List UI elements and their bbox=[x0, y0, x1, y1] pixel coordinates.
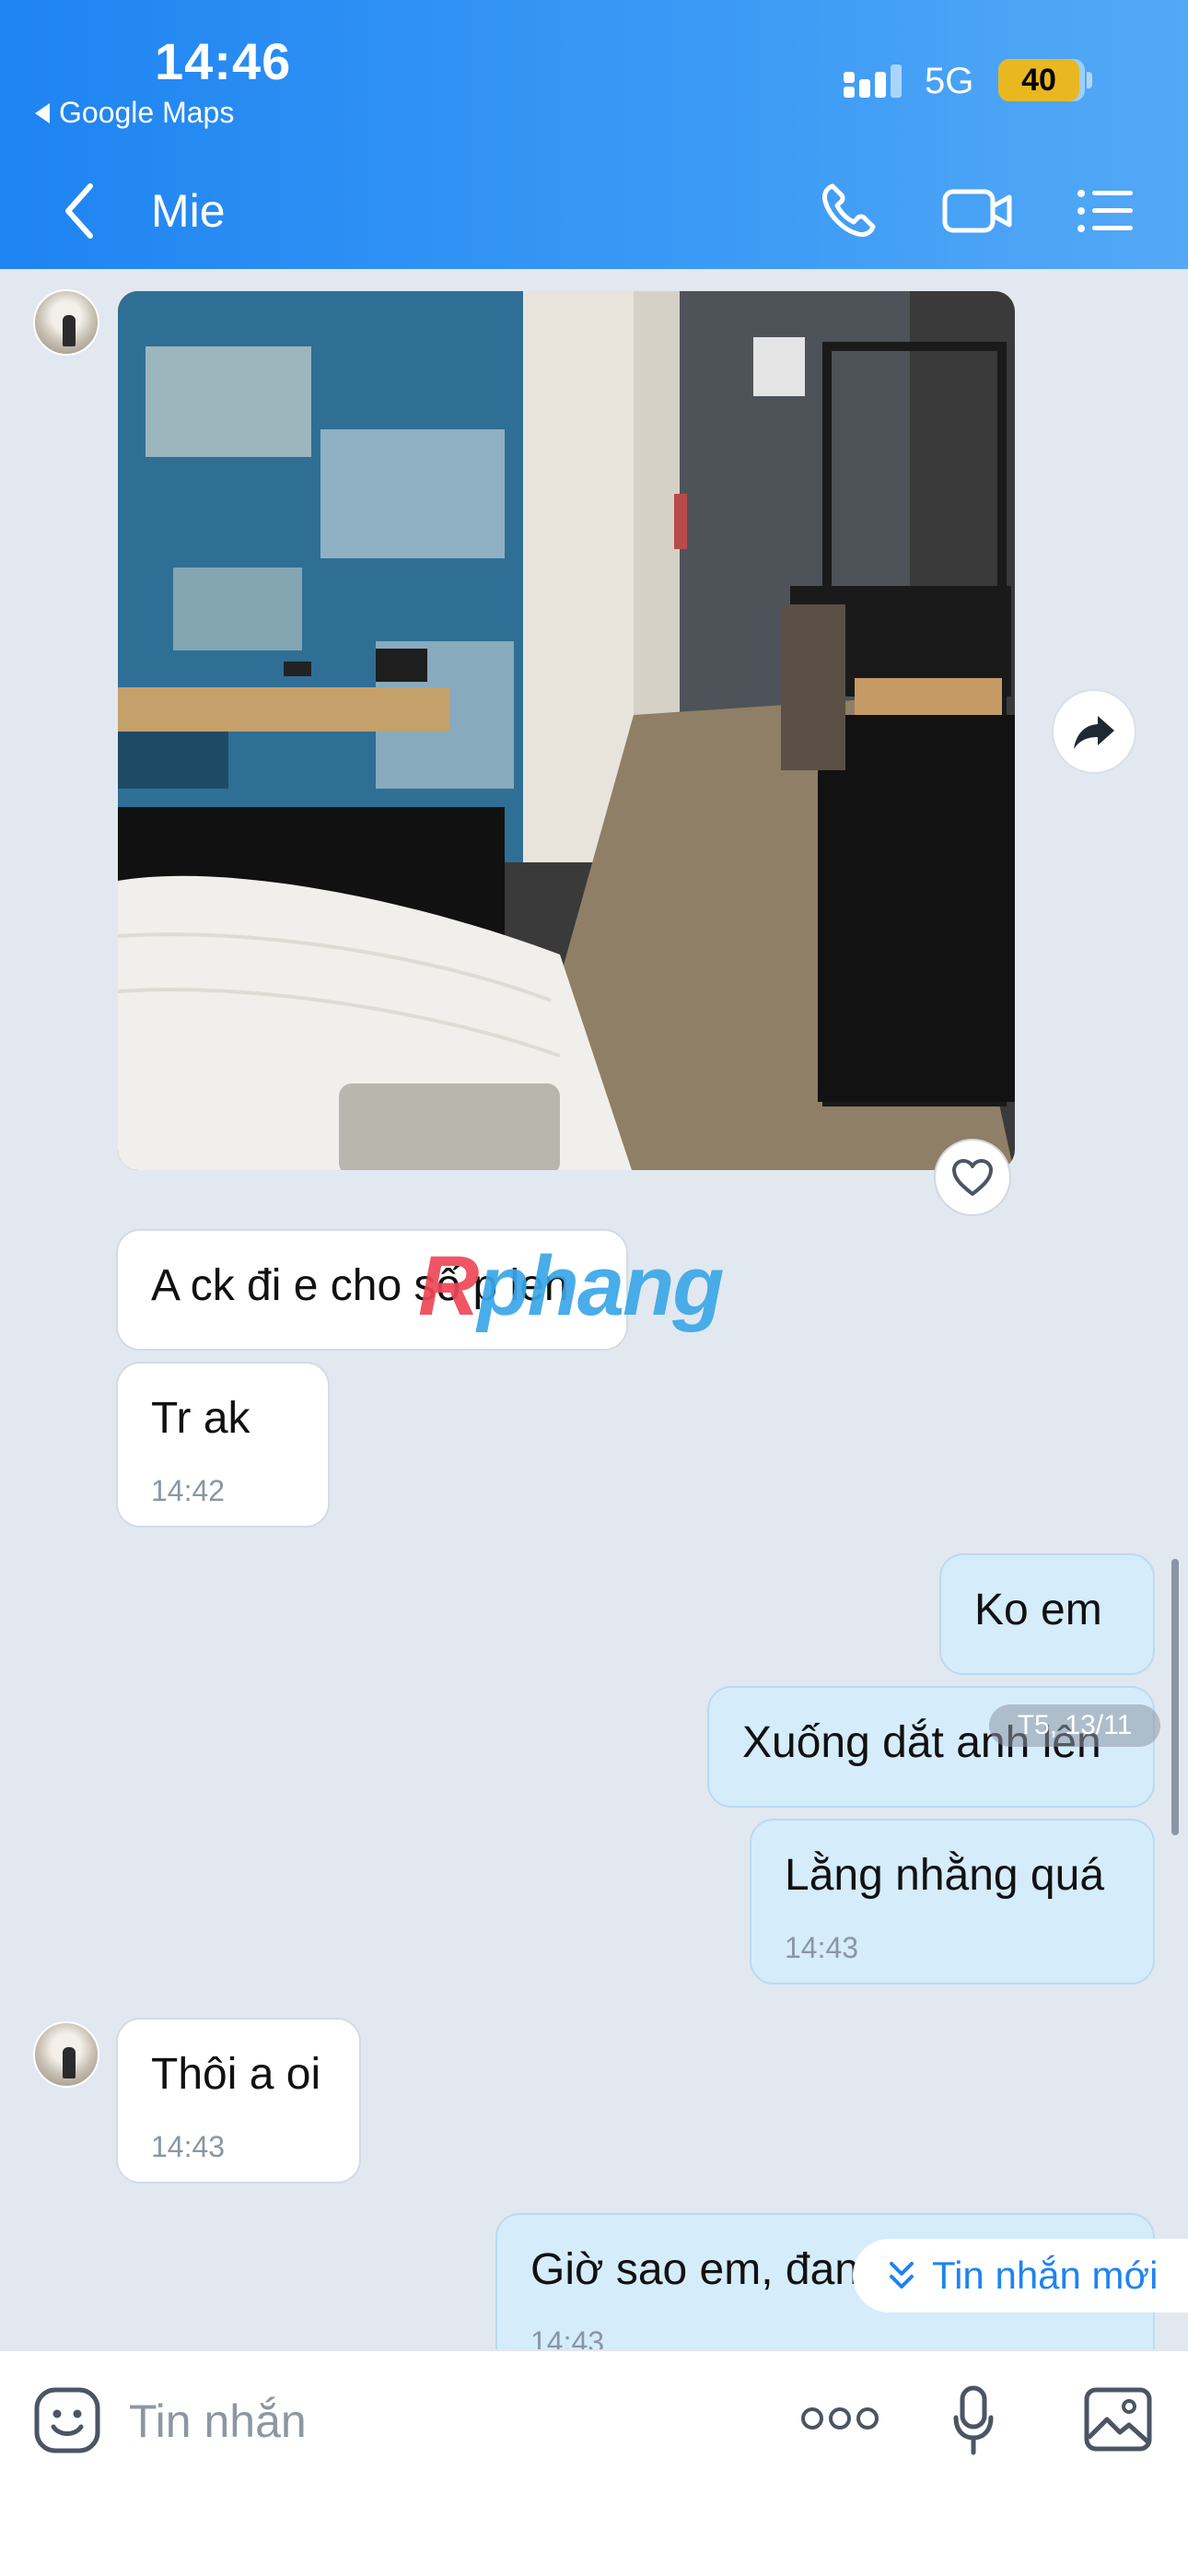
more-button[interactable] bbox=[799, 2403, 880, 2439]
chat-options-button[interactable] bbox=[1076, 179, 1135, 243]
chevron-left-icon bbox=[65, 183, 93, 239]
message-input-bar: Tin nhắn bbox=[0, 2349, 1188, 2576]
more-icon bbox=[801, 2407, 879, 2430]
battery-level: 40 bbox=[998, 59, 1079, 101]
hotel-room-photo[interactable] bbox=[118, 291, 1015, 1170]
cellular-signal-icon bbox=[842, 64, 908, 101]
battery-tip bbox=[1087, 72, 1092, 88]
voice-message-button[interactable] bbox=[952, 2384, 995, 2463]
chat-message-list[interactable]: A ck đi e cho số p len Tr ak 14:42 Ko em… bbox=[0, 269, 1188, 2349]
back-button[interactable] bbox=[57, 179, 101, 243]
watermark-logo: Rphang bbox=[418, 1239, 724, 1333]
message-bubble-in[interactable]: Tr ak 14:42 bbox=[116, 1362, 330, 1528]
chat-header: 14:46 Google Maps 5G 40 Mie bbox=[0, 0, 1188, 269]
network-type: 5G bbox=[925, 61, 974, 101]
contact-avatar[interactable] bbox=[33, 289, 99, 356]
message-input[interactable]: Tin nhắn bbox=[129, 2384, 728, 2458]
message-time: 14:43 bbox=[785, 1931, 859, 1964]
date-separator: T5, 13/11 bbox=[989, 1704, 1160, 1747]
status-time: 14:46 bbox=[155, 32, 292, 90]
chat-title: Mie bbox=[151, 185, 226, 237]
message-text: Lằng nhằng quá bbox=[785, 1851, 1105, 1900]
message-text: Ko em bbox=[974, 1586, 1102, 1634]
double-chevron-down-icon bbox=[890, 2262, 914, 2289]
forward-button[interactable] bbox=[1052, 689, 1136, 774]
phone-icon bbox=[822, 183, 876, 237]
message-time: 14:43 bbox=[530, 2325, 605, 2349]
emoji-button[interactable] bbox=[33, 2386, 101, 2459]
voice-call-button[interactable] bbox=[816, 179, 880, 243]
heart-icon bbox=[952, 1159, 993, 1196]
video-call-button[interactable] bbox=[941, 179, 1015, 243]
message-bubble-out[interactable]: Ko em bbox=[939, 1553, 1155, 1675]
message-bubble-in[interactable]: Thôi a oi 14:43 bbox=[116, 2018, 361, 2184]
message-time: 14:42 bbox=[151, 1474, 226, 1507]
send-image-button[interactable] bbox=[1083, 2386, 1153, 2457]
message-time: 14:43 bbox=[151, 2130, 226, 2163]
share-arrow-icon bbox=[1074, 716, 1114, 749]
new-messages-button[interactable]: Tin nhắn mới bbox=[853, 2239, 1188, 2313]
photo-image bbox=[118, 291, 1015, 1170]
new-messages-label: Tin nhắn mới bbox=[932, 2254, 1159, 2297]
message-text: Thôi a oi bbox=[151, 2050, 321, 2099]
back-app-label: Google Maps bbox=[59, 96, 235, 129]
message-text: Tr ak bbox=[151, 1394, 250, 1443]
video-call-icon bbox=[942, 189, 1012, 233]
back-to-app-link[interactable]: Google Maps bbox=[35, 96, 234, 130]
message-bubble-out[interactable]: Lằng nhằng quá 14:43 bbox=[750, 1819, 1155, 1985]
emoji-icon bbox=[34, 2387, 100, 2453]
contact-avatar[interactable] bbox=[33, 2021, 99, 2088]
scrollbar[interactable] bbox=[1171, 1559, 1179, 1835]
list-menu-icon bbox=[1077, 190, 1133, 232]
back-triangle-icon bbox=[35, 102, 50, 123]
microphone-icon bbox=[953, 2385, 994, 2455]
image-icon bbox=[1084, 2387, 1152, 2452]
react-heart-button[interactable] bbox=[934, 1139, 1011, 1216]
